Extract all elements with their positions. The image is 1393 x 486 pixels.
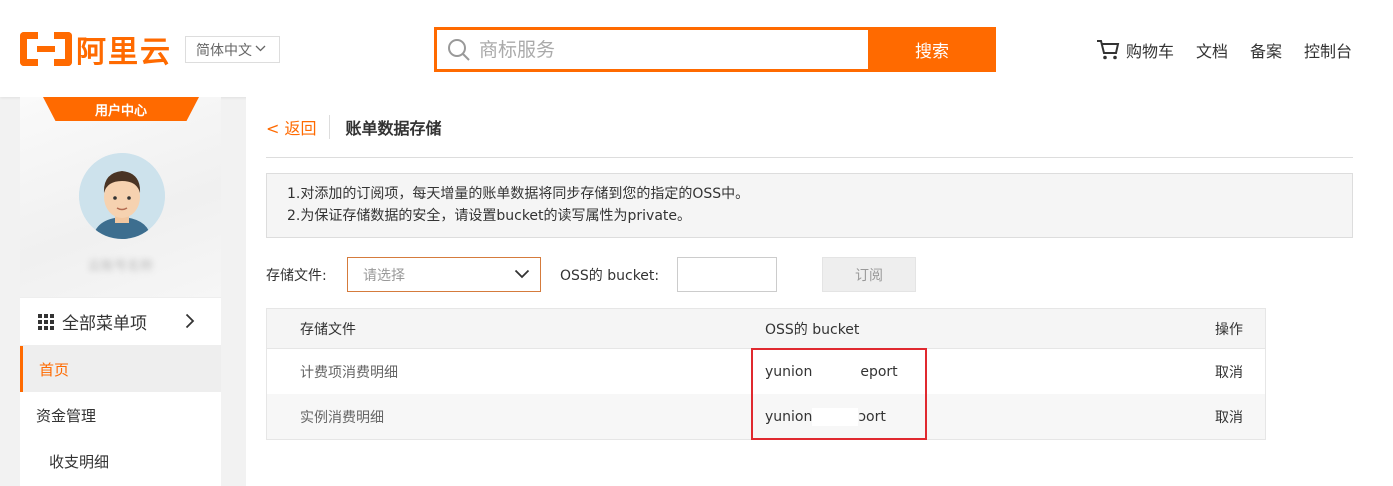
nav-cart-label: 购物车 bbox=[1126, 42, 1175, 61]
file-select[interactable]: 请选择 bbox=[347, 257, 541, 292]
cancel-link[interactable]: 取消 bbox=[1215, 407, 1243, 427]
sidebar-item-label: 首页 bbox=[39, 360, 70, 379]
logo-text: 阿里云 bbox=[76, 35, 172, 70]
search-input[interactable] bbox=[479, 30, 868, 69]
bucket-input[interactable] bbox=[677, 257, 777, 292]
chevron-down-icon bbox=[255, 44, 266, 55]
cart-icon bbox=[1097, 40, 1120, 60]
cancel-link[interactable]: 取消 bbox=[1215, 362, 1243, 382]
divider bbox=[266, 157, 1353, 158]
nav-docs[interactable]: 文档 bbox=[1196, 38, 1228, 62]
sidebar-item-home[interactable]: 首页 bbox=[20, 346, 221, 392]
nav-console-label: 控制台 bbox=[1304, 42, 1353, 61]
all-menu-button[interactable]: 全部菜单项 bbox=[20, 297, 221, 346]
aliyun-logo[interactable]: 阿里云 bbox=[20, 31, 172, 70]
breadcrumb: < 返回 账单数据存储 bbox=[266, 115, 442, 139]
page-title: 账单数据存储 bbox=[345, 119, 442, 138]
search-button[interactable]: 搜索 bbox=[868, 27, 996, 72]
cell-file: 实例消费明细 bbox=[300, 409, 384, 426]
back-link[interactable]: < 返回 bbox=[266, 115, 330, 139]
user-profile: 用户中心 云账号名称 bbox=[20, 97, 221, 297]
main-content: < 返回 账单数据存储 1.对添加的订阅项，每天增量的账单数据将同步存储到您的指… bbox=[246, 97, 1393, 486]
username: 云账号名称 bbox=[87, 259, 153, 274]
header-action: 操作 bbox=[1215, 321, 1243, 338]
sidebar: 用户中心 云账号名称 全部菜单项 首页 资金管理 收支明细 bbox=[20, 97, 221, 486]
chevron-right-icon bbox=[185, 310, 195, 334]
aliyun-logo-mark bbox=[20, 32, 72, 66]
grid-icon bbox=[38, 313, 54, 330]
sidebar-item-income-expense[interactable]: 收支明细 bbox=[20, 438, 221, 484]
highlight-box bbox=[751, 348, 927, 440]
chevron-down-icon bbox=[514, 267, 530, 283]
sidebar-item-label: 资金管理 bbox=[36, 406, 97, 425]
file-label: 存储文件: bbox=[266, 268, 327, 284]
top-header: 阿里云 简体中文 搜索 购物车 文档 备案 控制台 bbox=[0, 0, 1393, 97]
language-label: 简体中文 bbox=[196, 42, 252, 59]
header-file: 存储文件 bbox=[300, 321, 356, 338]
nav-filing[interactable]: 备案 bbox=[1250, 38, 1282, 62]
nav-console[interactable]: 控制台 bbox=[1304, 38, 1352, 62]
avatar[interactable] bbox=[79, 153, 165, 239]
nav-cart[interactable]: 购物车 bbox=[1096, 38, 1174, 62]
sidebar-item-fund-management[interactable]: 资金管理 bbox=[20, 392, 221, 438]
notice-box: 1.对添加的订阅项，每天增量的账单数据将同步存储到您的指定的OSS中。 2.为保… bbox=[266, 173, 1353, 238]
top-nav: 购物车 文档 备案 控制台 bbox=[1096, 38, 1352, 62]
subscribe-button[interactable]: 订阅 bbox=[822, 257, 916, 292]
nav-docs-label: 文档 bbox=[1196, 42, 1229, 61]
header-bucket: OSS的 bucket bbox=[765, 321, 860, 338]
table-header: 存储文件 OSS的 bucket 操作 bbox=[267, 309, 1265, 349]
file-select-placeholder: 请选择 bbox=[363, 267, 405, 284]
subscribe-form: 存储文件: 请选择 OSS的 bucket: 订阅 bbox=[266, 257, 1366, 292]
user-center-badge: 用户中心 bbox=[43, 97, 199, 121]
nav-filing-label: 备案 bbox=[1250, 42, 1283, 61]
language-selector[interactable]: 简体中文 bbox=[185, 36, 280, 63]
search-icon bbox=[448, 38, 470, 61]
sidebar-item-label: 收支明细 bbox=[49, 452, 110, 471]
bucket-label: OSS的 bucket: bbox=[560, 268, 660, 284]
cell-file: 计费项消费明细 bbox=[300, 364, 398, 381]
search-box bbox=[437, 30, 868, 69]
search-bar: 搜索 bbox=[434, 27, 996, 72]
notice-line: 1.对添加的订阅项，每天增量的账单数据将同步存储到您的指定的OSS中。 bbox=[287, 186, 750, 202]
all-menu-label: 全部菜单项 bbox=[62, 314, 147, 334]
notice-line: 2.为保证存储数据的安全，请设置bucket的读写属性为private。 bbox=[287, 208, 692, 224]
